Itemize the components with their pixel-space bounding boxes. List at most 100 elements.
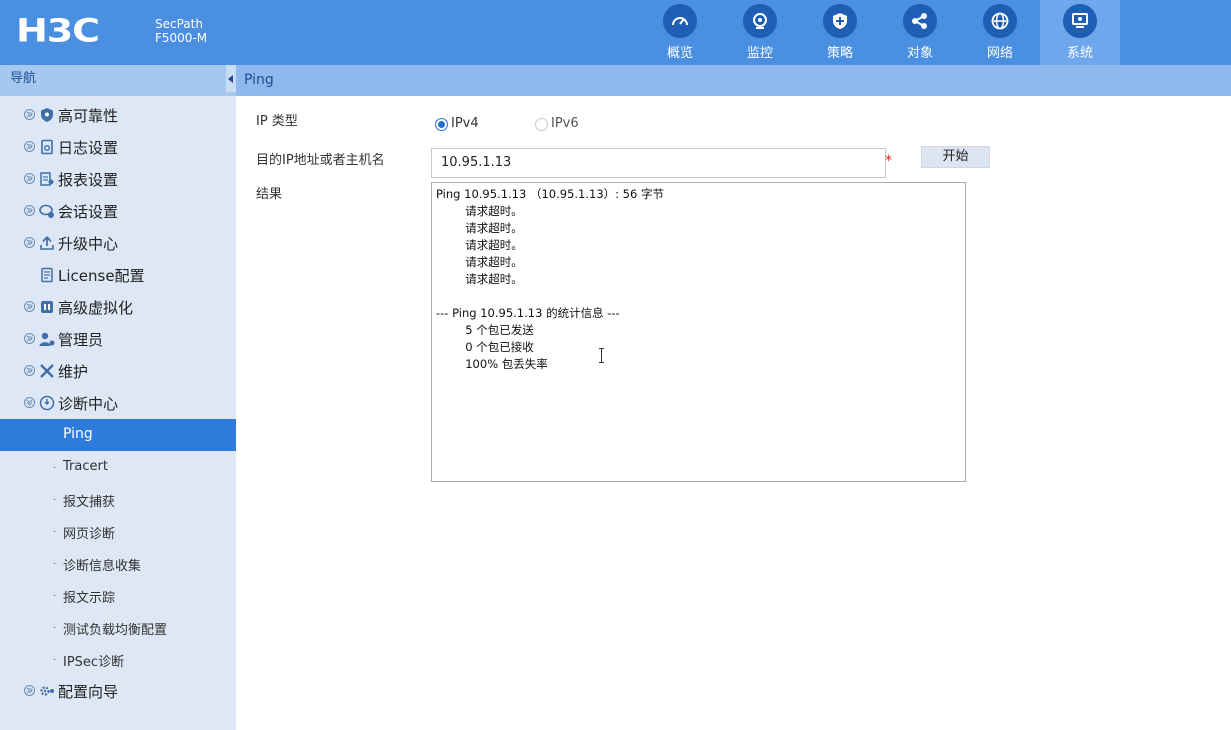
monitor-icon bbox=[743, 4, 777, 38]
ipv6-radio[interactable] bbox=[535, 118, 548, 131]
expand-icon[interactable] bbox=[24, 141, 35, 152]
expand-icon[interactable] bbox=[24, 365, 35, 376]
sidebar-item-admin[interactable]: 管理员 bbox=[0, 323, 236, 355]
ip-type-label: IP 类型 bbox=[256, 114, 298, 129]
tab-label: 对象 bbox=[906, 46, 933, 61]
sidebar-item-label: 会话设置 bbox=[58, 203, 119, 221]
ipv4-label[interactable]: IPv4 bbox=[451, 116, 479, 131]
ipv6-label[interactable]: IPv6 bbox=[551, 116, 579, 131]
sidebar-subitem-tracert[interactable]: · Tracert bbox=[0, 451, 236, 483]
tab-system[interactable]: 系统 bbox=[1040, 0, 1120, 65]
expand-icon[interactable] bbox=[24, 205, 35, 216]
dest-address-input[interactable]: 10.95.1.13 bbox=[431, 148, 886, 178]
sidebar-item-diagnose[interactable]: 诊断中心 bbox=[0, 387, 236, 419]
product-line1: SecPath bbox=[155, 17, 203, 31]
expand-icon[interactable] bbox=[24, 237, 35, 248]
system-icon bbox=[1063, 4, 1097, 38]
wizard-icon bbox=[40, 686, 54, 696]
result-line: 请求超时。 bbox=[436, 221, 523, 235]
sidebar-subitem-label: Ping bbox=[63, 426, 93, 442]
result-line: --- Ping 10.95.1.13 的统计信息 --- bbox=[436, 306, 620, 320]
product-line2: F5000-M bbox=[155, 31, 208, 45]
svg-text:H3C: H3C bbox=[16, 14, 99, 46]
bullet-icon: · bbox=[53, 463, 57, 474]
tab-label: 策略 bbox=[826, 46, 853, 61]
expand-icon[interactable] bbox=[24, 333, 35, 344]
result-line: 请求超时。 bbox=[436, 238, 523, 252]
sidebar-item-ha[interactable]: 高可靠性 bbox=[0, 99, 236, 131]
sidebar-item-maintenance[interactable]: 维护 bbox=[0, 355, 236, 387]
sidebar-item-label: 诊断中心 bbox=[58, 395, 119, 413]
collapse-icon[interactable] bbox=[24, 397, 35, 408]
required-mark: * bbox=[885, 153, 892, 169]
sidebar-item-session[interactable]: 会话设置 bbox=[0, 195, 236, 227]
expand-icon[interactable] bbox=[24, 109, 35, 120]
expand-icon[interactable] bbox=[24, 173, 35, 184]
sidebar-item-label: 高可靠性 bbox=[58, 107, 119, 125]
start-button[interactable]: 开始 bbox=[921, 146, 990, 168]
upload-icon bbox=[40, 236, 54, 250]
sidebar-subitem-packet-capture[interactable]: · 报文捕获 bbox=[0, 483, 236, 515]
sidebar-item-label: 日志设置 bbox=[58, 139, 119, 157]
result-line: 请求超时。 bbox=[436, 204, 523, 218]
bullet-icon: · bbox=[53, 527, 57, 538]
tab-object[interactable]: 对象 bbox=[880, 0, 960, 65]
sidebar-item-label: License配置 bbox=[58, 267, 145, 285]
shield-icon bbox=[41, 108, 53, 122]
result-line: 请求超时。 bbox=[436, 255, 523, 269]
sidebar-title: 导航 bbox=[10, 71, 37, 86]
sidebar-item-license[interactable]: License配置 bbox=[0, 259, 236, 291]
dest-address-label: 目的IP地址或者主机名 bbox=[256, 153, 385, 168]
sidebar-subitem-label: 网页诊断 bbox=[63, 527, 116, 542]
license-icon bbox=[41, 267, 53, 283]
sidebar-item-label: 报表设置 bbox=[58, 171, 119, 189]
sidebar-subitem-label: 诊断信息收集 bbox=[63, 559, 142, 574]
bullet-icon: · bbox=[53, 623, 57, 634]
tab-policy[interactable]: 策略 bbox=[800, 0, 880, 65]
bullet-icon: · bbox=[53, 655, 57, 666]
sidebar-item-report[interactable]: 报表设置 bbox=[0, 163, 236, 195]
ipv4-radio[interactable] bbox=[435, 118, 448, 131]
sidebar-subitem-ipsec-diagnose[interactable]: · IPSec诊断 bbox=[0, 643, 236, 675]
tab-label: 系统 bbox=[1066, 46, 1093, 61]
sidebar-subitem-web-diagnose[interactable]: · 网页诊断 bbox=[0, 515, 236, 547]
sidebar-item-label: 高级虚拟化 bbox=[58, 299, 134, 317]
navigation-sidebar: 导航 高可靠性 日志设置 报表设置 会话设置 升级中心 License配置 高级… bbox=[0, 65, 236, 730]
sidebar-subitem-packet-trace[interactable]: · 报文示踪 bbox=[0, 579, 236, 611]
diagnose-icon bbox=[39, 395, 55, 411]
sidebar-item-wizard[interactable]: 配置向导 bbox=[0, 675, 236, 707]
sidebar-subitem-diag-collect[interactable]: · 诊断信息收集 bbox=[0, 547, 236, 579]
tab-label: 网络 bbox=[986, 46, 1013, 61]
h3c-logo[interactable]: H3C bbox=[16, 14, 136, 46]
sidebar-item-label: 管理员 bbox=[58, 331, 104, 349]
tab-label: 概览 bbox=[666, 46, 693, 61]
sidebar-subitem-ping[interactable]: Ping bbox=[0, 419, 236, 451]
sidebar-subitem-label: 测试负载均衡配置 bbox=[63, 623, 168, 638]
log-icon bbox=[41, 139, 53, 155]
sidebar-subitem-lb-test[interactable]: · 测试负载均衡配置 bbox=[0, 611, 236, 643]
result-line: 请求超时。 bbox=[436, 272, 523, 286]
expand-icon[interactable] bbox=[24, 301, 35, 312]
report-icon bbox=[40, 172, 54, 186]
tab-overview[interactable]: 概览 bbox=[640, 0, 720, 65]
tab-monitor[interactable]: 监控 bbox=[720, 0, 800, 65]
collapse-sidebar-button[interactable] bbox=[226, 65, 236, 92]
result-line: 5 个包已发送 bbox=[436, 323, 534, 337]
result-label: 结果 bbox=[256, 187, 283, 202]
result-textarea[interactable]: Ping 10.95.1.13 （10.95.1.13）: 56 字节 请求超时… bbox=[431, 182, 966, 482]
sidebar-item-upgrade[interactable]: 升级中心 bbox=[0, 227, 236, 259]
sidebar-subitem-label: Tracert bbox=[63, 459, 108, 474]
page-title-bar: Ping bbox=[236, 65, 1231, 96]
tools-icon bbox=[40, 364, 54, 378]
sidebar-item-log[interactable]: 日志设置 bbox=[0, 131, 236, 163]
bullet-icon: · bbox=[53, 495, 57, 506]
admin-icon bbox=[39, 332, 55, 346]
main-nav-tabs: 概览 监控 策略 对象 网络 系统 bbox=[640, 0, 1120, 65]
sidebar-item-virtualization[interactable]: 高级虚拟化 bbox=[0, 291, 236, 323]
expand-icon[interactable] bbox=[24, 685, 35, 696]
dashboard-icon bbox=[663, 4, 697, 38]
chevron-left-icon bbox=[228, 74, 233, 83]
sidebar-header: 导航 bbox=[0, 65, 236, 96]
globe-icon bbox=[983, 4, 1017, 38]
tab-network[interactable]: 网络 bbox=[960, 0, 1040, 65]
